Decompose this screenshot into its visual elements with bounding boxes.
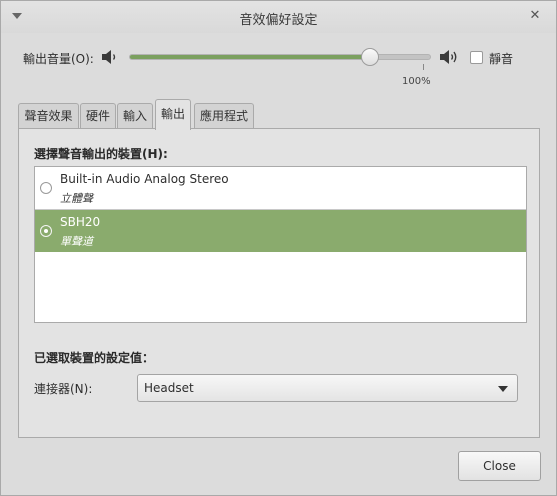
tab-applications[interactable]: 應用程式 (194, 103, 254, 129)
output-device-list: Built-in Audio Analog Stereo 立體聲 SBH20 單… (34, 166, 527, 323)
radio-selected-dot (44, 229, 48, 233)
speaker-high-icon (440, 50, 457, 64)
title-bar: 音效偏好設定 ✕ (1, 1, 556, 33)
mute-label: 靜音 (489, 52, 514, 66)
mute-checkbox[interactable] (470, 51, 483, 64)
device-select-heading: 選擇聲音輸出的裝置(H): (34, 147, 168, 161)
device-radio-sbh20[interactable] (40, 225, 52, 237)
device-name: Built-in Audio Analog Stereo (60, 172, 229, 186)
device-row-sbh20[interactable]: SBH20 單聲道 (35, 210, 526, 252)
tab-hardware[interactable]: 硬件 (80, 103, 116, 129)
volume-100-tick (423, 64, 424, 70)
sound-preferences-window: 音效偏好設定 ✕ 輸出音量(O): 100% 靜音 聲音效果 硬件 輸入 輸出 … (0, 0, 557, 496)
output-volume-slider[interactable] (129, 48, 431, 66)
device-profile: 單聲道 (60, 235, 93, 248)
device-settings-heading: 已選取裝置的設定值： (34, 351, 155, 365)
device-radio-built-in-audio[interactable] (40, 182, 52, 194)
window-title: 音效偏好設定 (239, 13, 318, 28)
connector-dropdown[interactable]: Headset (137, 374, 518, 402)
output-volume-label: 輸出音量(O): (23, 52, 94, 66)
dropdown-arrow-icon (498, 386, 508, 392)
connector-label: 連接器(N): (34, 382, 93, 396)
volume-level-fill (130, 55, 370, 59)
speaker-low-icon (102, 50, 116, 64)
connector-value: Headset (144, 381, 194, 395)
tab-input[interactable]: 輸入 (117, 103, 153, 129)
close-button[interactable]: Close (458, 451, 541, 481)
close-icon[interactable]: ✕ (526, 7, 544, 25)
tab-sound-effects[interactable]: 聲音效果 (18, 103, 79, 129)
volume-100-label: 100% (402, 76, 431, 87)
device-name: SBH20 (60, 215, 101, 229)
device-row-built-in-audio[interactable]: Built-in Audio Analog Stereo 立體聲 (35, 167, 526, 210)
output-tab-panel: 選擇聲音輸出的裝置(H): Built-in Audio Analog Ster… (18, 128, 540, 438)
tab-output[interactable]: 輸出 (155, 99, 191, 130)
volume-slider-handle[interactable] (361, 48, 379, 66)
device-profile: 立體聲 (60, 192, 93, 205)
